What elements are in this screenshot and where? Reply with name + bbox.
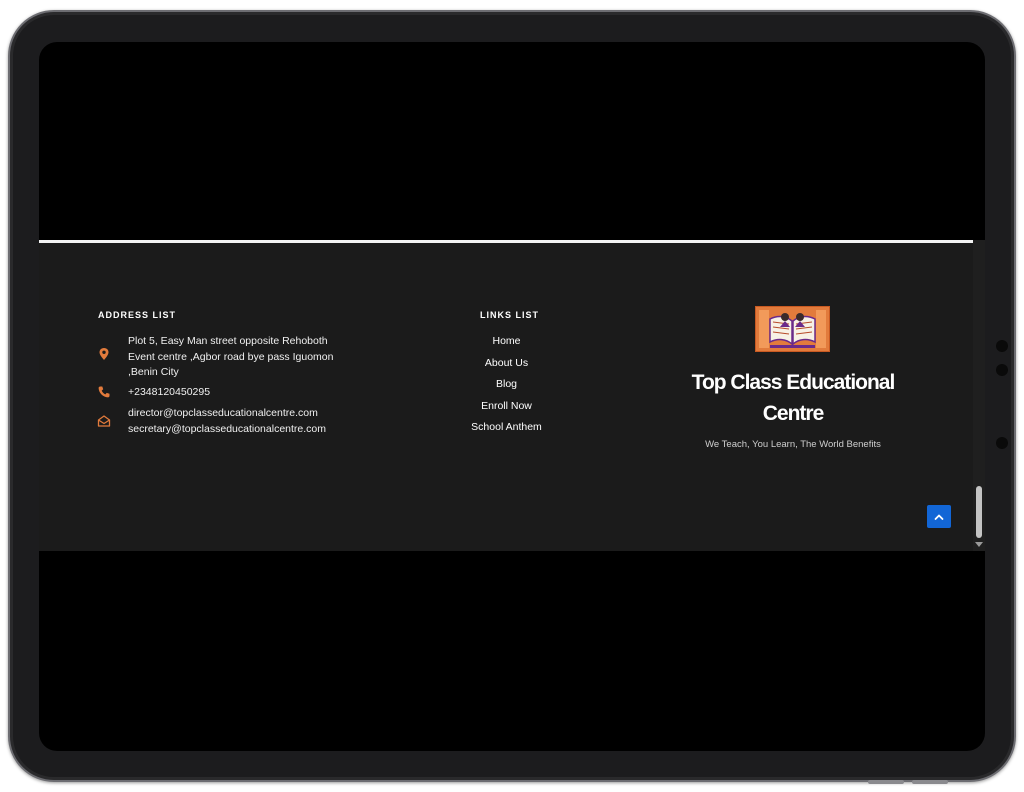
phone-number: +2348120450295: [128, 386, 211, 398]
camera-sensor: [996, 340, 1008, 352]
scrollbar-thumb[interactable]: [976, 486, 982, 538]
school-tagline: We Teach, You Learn, The World Benefits: [705, 439, 881, 450]
links-heading: LINKS LIST: [480, 310, 539, 320]
footer-divider: [39, 240, 973, 243]
school-name-line: Centre: [762, 402, 825, 425]
school-name: Top Class Educational Centre: [672, 367, 914, 429]
map-pin-icon: [99, 348, 109, 360]
chevron-up-icon: [934, 514, 944, 520]
address-heading: ADDRESS LIST: [98, 310, 177, 320]
scroll-to-top-button[interactable]: [927, 505, 951, 528]
school-logo[interactable]: [755, 306, 830, 352]
link-enroll-now[interactable]: Enroll Now: [449, 396, 564, 418]
email-address[interactable]: secretary@topclasseducationalcentre.com: [128, 422, 326, 438]
link-about-us[interactable]: About Us: [449, 353, 564, 375]
volume-button: [912, 780, 948, 784]
address-text: Plot 5, Easy Man street opposite Rehobot…: [128, 334, 333, 381]
address-line: ,Benin City: [128, 366, 179, 378]
email-item[interactable]: director@topclasseducationalcentre.com s…: [97, 406, 326, 437]
address-line: Event centre ,Agbor road bye pass Iguomo…: [128, 350, 334, 363]
address-item: Plot 5, Easy Man street opposite Rehobot…: [97, 334, 333, 381]
site-footer: ADDRESS LIST Plot 5, Easy Man street opp…: [39, 240, 985, 551]
school-name-line: Top Class Educational: [691, 371, 896, 394]
book-logo: [756, 307, 829, 351]
link-blog[interactable]: Blog: [449, 374, 564, 396]
camera-sensor: [996, 437, 1008, 449]
footer-links: Home About Us Blog Enroll Now School Ant…: [449, 331, 564, 439]
scrollbar[interactable]: [973, 240, 985, 551]
scroll-down-arrow[interactable]: [975, 542, 983, 547]
phone-icon: [98, 386, 110, 398]
link-school-anthem[interactable]: School Anthem: [449, 417, 564, 439]
screen: ADDRESS LIST Plot 5, Easy Man street opp…: [39, 42, 985, 751]
volume-button: [868, 780, 904, 784]
email-list: director@topclasseducationalcentre.com s…: [128, 406, 326, 437]
link-home[interactable]: Home: [449, 331, 564, 353]
email-address[interactable]: director@topclasseducationalcentre.com: [128, 406, 326, 422]
envelope-open-icon: [97, 415, 111, 427]
address-line: Plot 5, Easy Man street opposite Rehobot…: [128, 335, 328, 347]
camera-sensor: [996, 364, 1008, 376]
phone-item[interactable]: +2348120450295: [97, 385, 210, 401]
